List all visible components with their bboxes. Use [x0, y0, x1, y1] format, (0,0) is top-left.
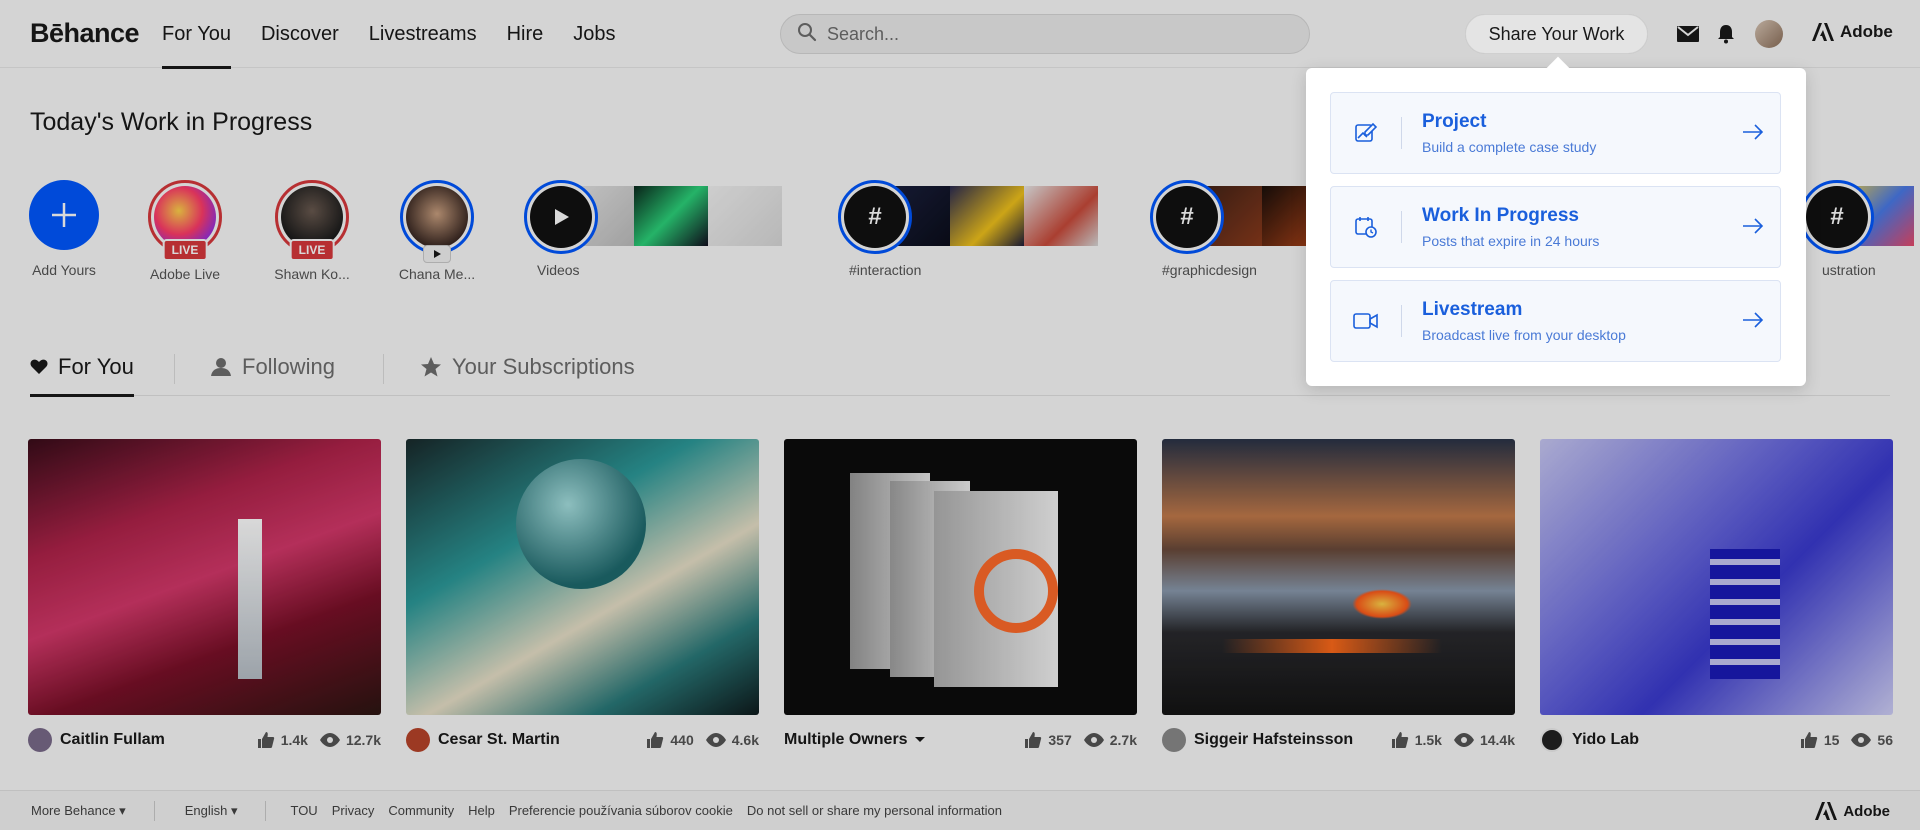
edit-image-icon [1331, 93, 1401, 173]
dropdown-divider [1401, 117, 1402, 149]
dropdown-divider [1401, 211, 1402, 243]
dropdown-item-livestream[interactable]: Livestream Broadcast live from your desk… [1330, 280, 1781, 362]
arrow-right-icon [1742, 217, 1764, 240]
dropdown-divider [1401, 305, 1402, 337]
dropdown-title: Livestream [1422, 299, 1523, 320]
arrow-right-icon [1742, 123, 1764, 146]
dropdown-text: Work In Progress Posts that expire in 24… [1422, 205, 1599, 249]
dropdown-title: Project [1422, 111, 1487, 132]
dropdown-item-project[interactable]: Project Build a complete case study [1330, 92, 1781, 174]
calendar-clock-icon [1331, 187, 1401, 267]
dropdown-text: Livestream Broadcast live from your desk… [1422, 299, 1626, 343]
share-dropdown: Project Build a complete case study Work… [1306, 68, 1806, 386]
dropdown-title: Work In Progress [1422, 205, 1579, 226]
dropdown-subtitle: Build a complete case study [1422, 139, 1597, 155]
video-camera-icon [1331, 281, 1401, 361]
dropdown-subtitle: Broadcast live from your desktop [1422, 327, 1626, 343]
arrow-right-icon [1742, 311, 1764, 334]
dropdown-item-work-in-progress[interactable]: Work In Progress Posts that expire in 24… [1330, 186, 1781, 268]
dropdown-text: Project Build a complete case study [1422, 111, 1596, 155]
share-your-work-button-active[interactable]: Share Your Work [1465, 14, 1648, 54]
dropdown-subtitle: Posts that expire in 24 hours [1422, 233, 1600, 249]
